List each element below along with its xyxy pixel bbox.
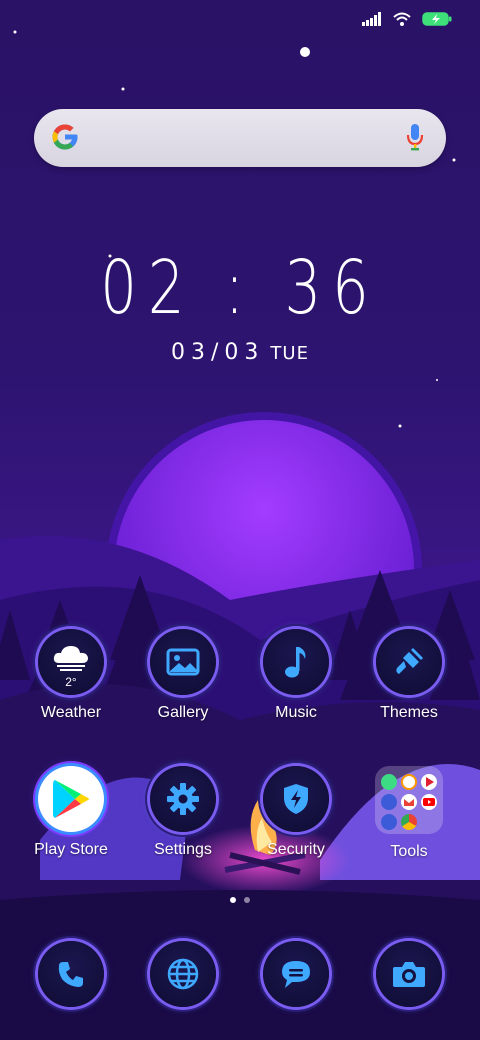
app-tools-folder[interactable]: Tools — [354, 766, 464, 861]
camera-app-icon[interactable] — [376, 941, 442, 1007]
app-label: Settings — [154, 841, 212, 858]
weekday-text: TUE — [270, 343, 309, 364]
play-store-icon — [53, 780, 89, 818]
page-dot[interactable] — [244, 897, 250, 903]
weather-app-icon[interactable]: 2° — [38, 629, 104, 695]
battery-charging-icon — [422, 11, 452, 32]
browser-app-icon[interactable] — [150, 941, 216, 1007]
app-label: Gallery — [157, 704, 209, 721]
page-indicator — [0, 897, 480, 903]
message-icon — [282, 961, 310, 988]
status-bar — [362, 10, 452, 32]
app-settings[interactable]: Settings — [128, 766, 238, 859]
image-icon — [166, 648, 200, 676]
app-label: Security — [267, 841, 325, 858]
security-app-icon[interactable] — [263, 766, 329, 832]
themes-app-icon[interactable] — [376, 629, 442, 695]
cloud-icon — [53, 646, 88, 671]
app-label: Tools — [390, 843, 428, 860]
gear-icon — [167, 783, 199, 815]
shield-bolt-icon — [284, 784, 308, 814]
page-dot-active[interactable] — [230, 897, 236, 903]
camera-icon — [393, 962, 425, 987]
dock-camera[interactable] — [354, 941, 464, 1007]
app-themes[interactable]: Themes — [354, 629, 464, 722]
phone-icon — [58, 962, 83, 987]
clock-time[interactable]: 02 : 36 — [53, 245, 427, 331]
folder-icon[interactable] — [375, 766, 443, 834]
weather-temp: 2° — [65, 675, 77, 689]
gallery-app-icon[interactable] — [150, 629, 216, 695]
play-store-app-icon[interactable] — [38, 766, 104, 832]
signal-icon — [362, 11, 382, 31]
messages-app-icon[interactable] — [263, 941, 329, 1007]
app-music[interactable]: Music — [241, 629, 351, 722]
app-weather[interactable]: 2° Weather — [16, 629, 126, 722]
phone-app-icon[interactable] — [38, 941, 104, 1007]
google-g-icon — [50, 122, 80, 157]
date-text: 03/03 — [171, 340, 265, 365]
music-app-icon[interactable] — [263, 629, 329, 695]
music-note-icon — [285, 647, 306, 678]
app-gallery[interactable]: Gallery — [128, 629, 238, 722]
clock-date: 03/03 TUE — [0, 340, 480, 365]
dock-browser[interactable] — [128, 941, 238, 1007]
app-label: Music — [275, 704, 317, 721]
globe-icon — [167, 958, 199, 990]
dock-messages[interactable] — [241, 941, 351, 1007]
paintbrush-icon — [396, 648, 423, 674]
dock-phone[interactable] — [16, 941, 126, 1007]
app-label: Themes — [380, 704, 438, 721]
app-label: Weather — [40, 704, 102, 721]
app-play-store[interactable]: Play Store — [16, 766, 126, 859]
wifi-icon — [392, 11, 412, 32]
app-label: Play Store — [34, 841, 108, 858]
google-search-bar[interactable] — [34, 109, 446, 167]
mic-icon[interactable] — [406, 123, 424, 156]
settings-app-icon[interactable] — [150, 766, 216, 832]
app-security[interactable]: Security — [241, 766, 351, 859]
